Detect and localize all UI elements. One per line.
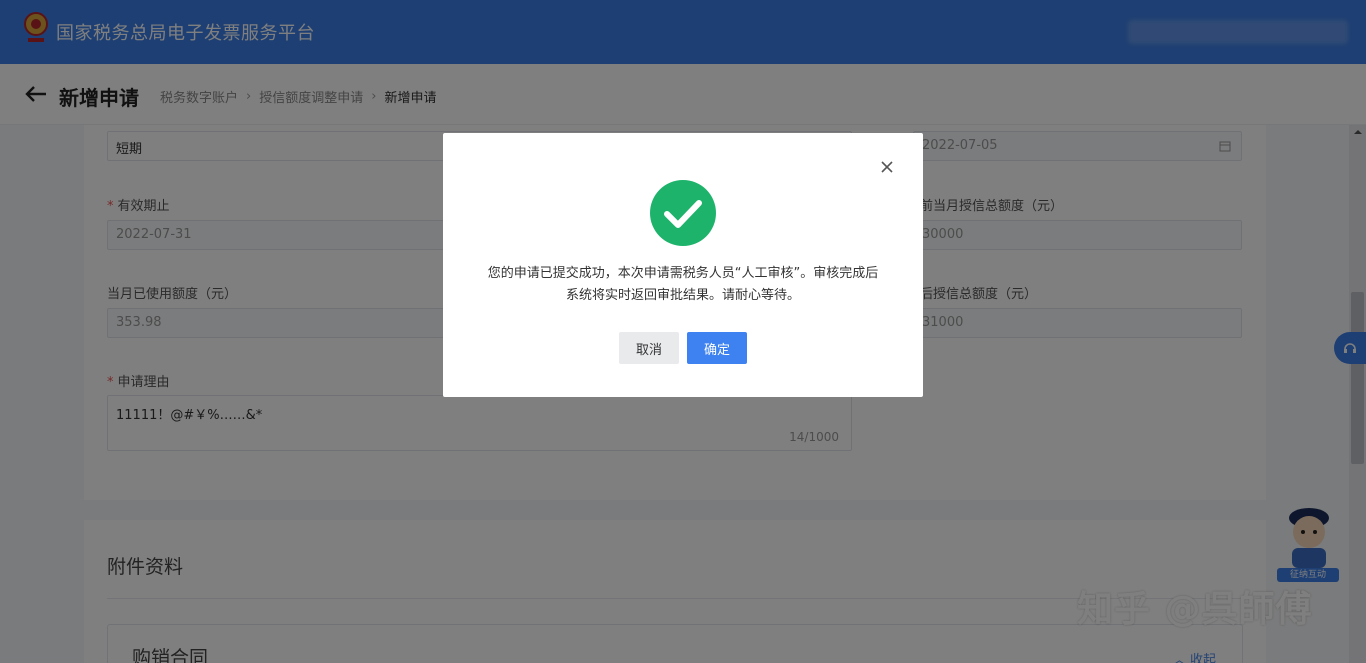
confirm-button[interactable]: 确定 (687, 332, 747, 364)
success-check-icon (650, 180, 716, 246)
dialog-message: 您的申请已提交成功，本次申请需税务人员“人工审核”。审核完成后系统将实时返回审批… (487, 266, 879, 303)
success-dialog: 您的申请已提交成功，本次申请需税务人员“人工审核”。审核完成后系统将实时返回审批… (443, 133, 923, 397)
cancel-button[interactable]: 取消 (619, 332, 679, 364)
close-icon[interactable] (880, 160, 894, 174)
